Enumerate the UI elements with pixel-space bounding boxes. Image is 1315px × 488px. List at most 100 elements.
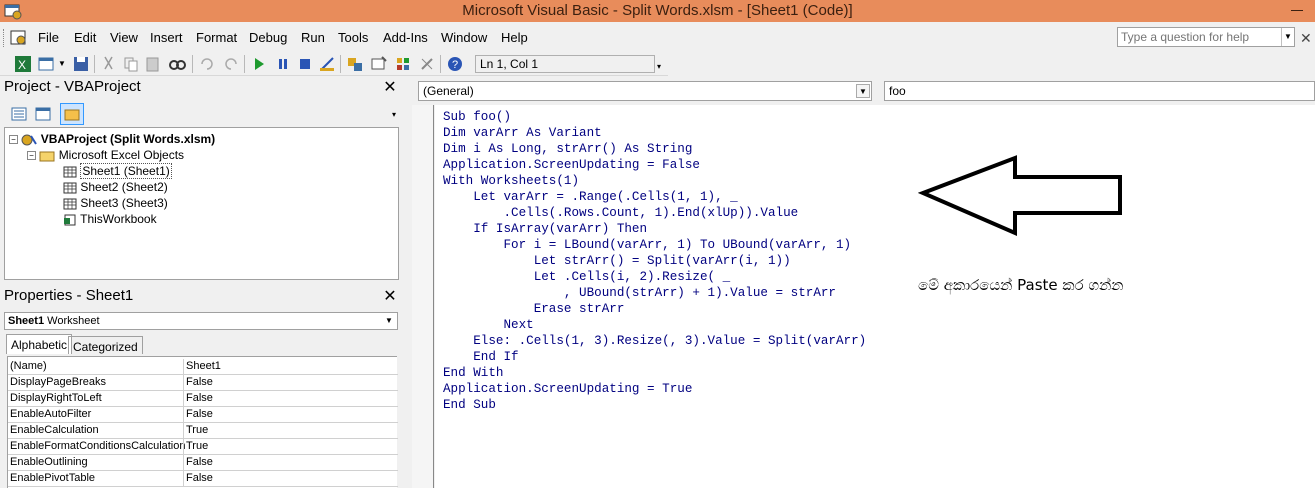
- insert-userform-icon[interactable]: [38, 55, 56, 73]
- code-line[interactable]: Dim varArr As Variant: [443, 126, 602, 140]
- view-code-icon[interactable]: [10, 105, 28, 123]
- property-row[interactable]: EnableCalculation True: [8, 423, 398, 439]
- code-line[interactable]: Sub foo(): [443, 110, 511, 124]
- workbook-icon: [63, 214, 77, 226]
- undo-icon[interactable]: [198, 55, 216, 73]
- chevron-down-icon[interactable]: ▼: [1281, 28, 1294, 46]
- design-mode-icon[interactable]: [318, 55, 336, 73]
- property-value[interactable]: False: [183, 375, 393, 391]
- code-margin-indicator-bar[interactable]: [412, 105, 434, 488]
- object-browser-icon[interactable]: [394, 55, 412, 73]
- view-excel-icon[interactable]: X: [14, 55, 32, 73]
- code-line[interactable]: End With: [443, 366, 503, 380]
- property-value[interactable]: Sheet1: [183, 359, 393, 375]
- property-value[interactable]: False: [183, 391, 393, 407]
- redo-icon[interactable]: [222, 55, 240, 73]
- property-value[interactable]: True: [183, 423, 393, 439]
- code-line[interactable]: Application.ScreenUpdating = True: [443, 382, 692, 396]
- collapse-icon[interactable]: −: [27, 151, 36, 161]
- menubar-grip[interactable]: [3, 29, 6, 47]
- menu-insert[interactable]: Insert: [150, 30, 183, 45]
- project-explorer-icon[interactable]: [346, 55, 364, 73]
- property-value[interactable]: False: [183, 407, 393, 423]
- tab-categorized[interactable]: Categorized: [68, 336, 143, 354]
- close-icon[interactable]: ✕: [382, 289, 398, 305]
- code-line[interactable]: End Sub: [443, 398, 496, 412]
- code-line[interactable]: Dim i As Long, strArr() As String: [443, 142, 692, 156]
- code-line[interactable]: Next: [443, 318, 533, 332]
- help-icon[interactable]: ?: [446, 55, 464, 73]
- code-line[interactable]: If IsArray(varArr) Then: [443, 222, 647, 236]
- menu-debug[interactable]: Debug: [249, 30, 287, 45]
- project-tree: − VBAProject (Split Words.xlsm) − Micros…: [4, 127, 399, 280]
- menu-run[interactable]: Run: [301, 30, 325, 45]
- toggle-folders-icon[interactable]: [60, 103, 84, 125]
- toolbar-options-icon[interactable]: ▾: [657, 62, 661, 71]
- find-icon[interactable]: [168, 55, 186, 73]
- code-line[interactable]: Application.ScreenUpdating = False: [443, 158, 700, 172]
- menu-window[interactable]: Window: [441, 30, 487, 45]
- code-line[interactable]: Let .Cells(i, 2).Resize( _: [443, 270, 731, 284]
- chevron-down-icon[interactable]: ▼: [383, 315, 395, 327]
- object-selector[interactable]: Sheet1 Worksheet ▼: [4, 312, 398, 330]
- scroll-indicator-icon[interactable]: ▾: [392, 110, 396, 119]
- menu-file[interactable]: File: [38, 30, 59, 45]
- cut-icon[interactable]: [100, 55, 118, 73]
- code-line[interactable]: Let varArr = .Range(.Cells(1, 1), _: [443, 190, 738, 204]
- property-row[interactable]: EnableOutlining False: [8, 455, 398, 471]
- tab-alphabetic[interactable]: Alphabetic: [6, 334, 73, 354]
- code-line[interactable]: End If: [443, 350, 518, 364]
- menu-tools[interactable]: Tools: [338, 30, 368, 45]
- properties-title-label: Properties - Sheet1: [4, 287, 134, 304]
- menu-format[interactable]: Format: [196, 30, 237, 45]
- property-value[interactable]: False: [183, 455, 393, 471]
- mdi-close-icon[interactable]: ✕: [1300, 30, 1312, 47]
- property-row[interactable]: EnableFormatConditionsCalculation True: [8, 439, 398, 455]
- left-arrow-icon: [918, 155, 1122, 237]
- code-editor[interactable]: Sub foo() Dim varArr As Variant Dim i As L…: [435, 105, 1315, 488]
- property-row[interactable]: DisplayRightToLeft False: [8, 391, 398, 407]
- code-line[interactable]: Else: .Cells(1, 3).Resize(, 3).Value = S…: [443, 334, 866, 348]
- object-combo[interactable]: (General) ▼: [418, 81, 872, 101]
- procedure-combo[interactable]: foo: [884, 81, 1315, 101]
- break-icon[interactable]: [274, 55, 292, 73]
- code-window-icon[interactable]: [9, 29, 29, 47]
- copy-icon[interactable]: [122, 55, 140, 73]
- code-line[interactable]: .Cells(.Rows.Count, 1).End(xlUp)).Value: [443, 206, 798, 220]
- code-line[interactable]: Let strArr() = Split(varArr(i, 1)): [443, 254, 791, 268]
- tree-root[interactable]: − VBAProject (Split Words.xlsm): [9, 132, 215, 147]
- close-icon[interactable]: ✕: [382, 80, 398, 96]
- view-object-icon[interactable]: [34, 105, 52, 123]
- property-row[interactable]: EnableAutoFilter False: [8, 407, 398, 423]
- property-row[interactable]: (Name) Sheet1: [8, 359, 398, 375]
- tree-item-sheet2[interactable]: Sheet2 (Sheet2): [63, 180, 168, 194]
- help-search-box[interactable]: ▼: [1117, 27, 1295, 47]
- code-line[interactable]: With Worksheets(1): [443, 174, 579, 188]
- code-line[interactable]: , UBound(strArr) + 1).Value = strArr: [443, 286, 836, 300]
- properties-window-icon[interactable]: [370, 55, 388, 73]
- tree-item-thisworkbook[interactable]: ThisWorkbook: [63, 212, 157, 226]
- menu-help[interactable]: Help: [501, 30, 528, 45]
- menu-edit[interactable]: Edit: [74, 30, 96, 45]
- chevron-down-icon[interactable]: ▼: [856, 84, 870, 98]
- property-value[interactable]: False: [183, 471, 393, 487]
- collapse-icon[interactable]: −: [9, 135, 18, 145]
- tree-item-sheet1[interactable]: Sheet1 (Sheet1): [63, 163, 172, 179]
- tree-item-sheet3[interactable]: Sheet3 (Sheet3): [63, 196, 168, 210]
- minimize-button[interactable]: [1287, 2, 1307, 18]
- tree-folder[interactable]: − Microsoft Excel Objects: [27, 148, 184, 162]
- menu-add-ins[interactable]: Add-Ins: [383, 30, 428, 45]
- property-value[interactable]: True: [183, 439, 393, 455]
- code-line[interactable]: For i = LBound(varArr, 1) To UBound(varA…: [443, 238, 851, 252]
- reset-icon[interactable]: [296, 55, 314, 73]
- run-icon[interactable]: [250, 55, 268, 73]
- toolbox-icon[interactable]: [418, 55, 436, 73]
- code-line[interactable]: Erase strArr: [443, 302, 625, 316]
- menu-view[interactable]: View: [110, 30, 138, 45]
- help-search-input[interactable]: [1118, 28, 1278, 46]
- property-row[interactable]: DisplayPageBreaks False: [8, 375, 398, 391]
- property-row[interactable]: EnablePivotTable False: [8, 471, 398, 487]
- save-icon[interactable]: [72, 55, 90, 73]
- paste-icon[interactable]: [144, 55, 162, 73]
- chevron-down-icon[interactable]: ▼: [58, 55, 66, 73]
